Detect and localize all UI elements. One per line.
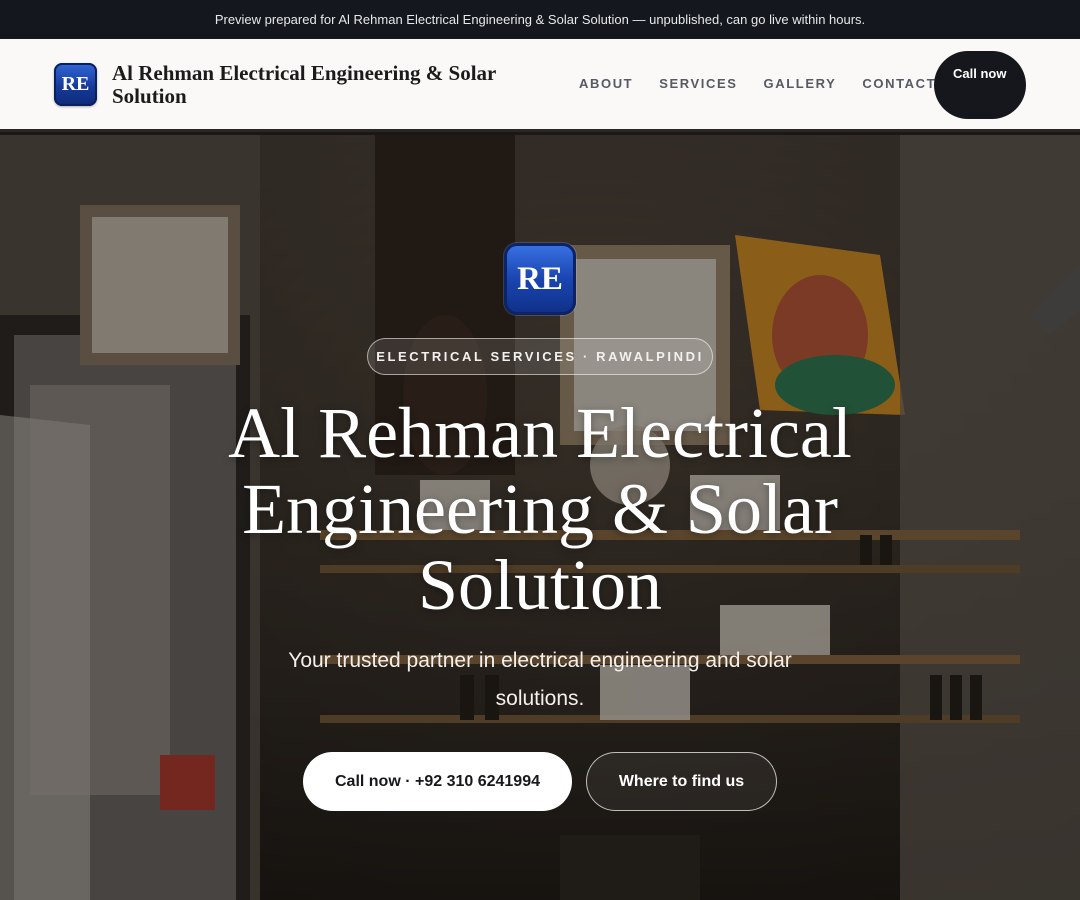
nav-link-about[interactable]: ABOUT	[579, 76, 633, 91]
hero-logo-icon: RE	[504, 243, 576, 315]
preview-notice-bar: Preview prepared for Al Rehman Electrica…	[0, 0, 1080, 39]
brand-name[interactable]: Al Rehman Electrical Engineering & Solar…	[112, 62, 552, 108]
preview-notice-text: Preview prepared for Al Rehman Electrica…	[214, 12, 866, 27]
nav-link-contact[interactable]: CONTACT	[862, 76, 936, 91]
brand-logo-icon[interactable]: RE	[54, 63, 97, 106]
hero-section: RE ELECTRICAL SERVICES · RAWALPINDI Al R…	[0, 135, 1080, 900]
main-nav: ABOUT SERVICES GALLERY CONTACT	[579, 76, 936, 91]
hero-subtitle: Your trusted partner in electrical engin…	[288, 649, 792, 710]
hero-title: Al Rehman Electrical Engineering & Solar…	[228, 393, 852, 625]
nav-link-services[interactable]: SERVICES	[659, 76, 737, 91]
call-now-button[interactable]: Call now · +92 310 6241994	[303, 752, 572, 811]
where-to-find-us-button[interactable]: Where to find us	[586, 752, 777, 811]
nav-link-gallery[interactable]: GALLERY	[764, 76, 837, 91]
site-header: RE Al Rehman Electrical Engineering & So…	[0, 39, 1080, 132]
header-call-button[interactable]: Call now	[934, 51, 1026, 119]
hero-tagline-pill: ELECTRICAL SERVICES · RAWALPINDI	[367, 338, 713, 375]
